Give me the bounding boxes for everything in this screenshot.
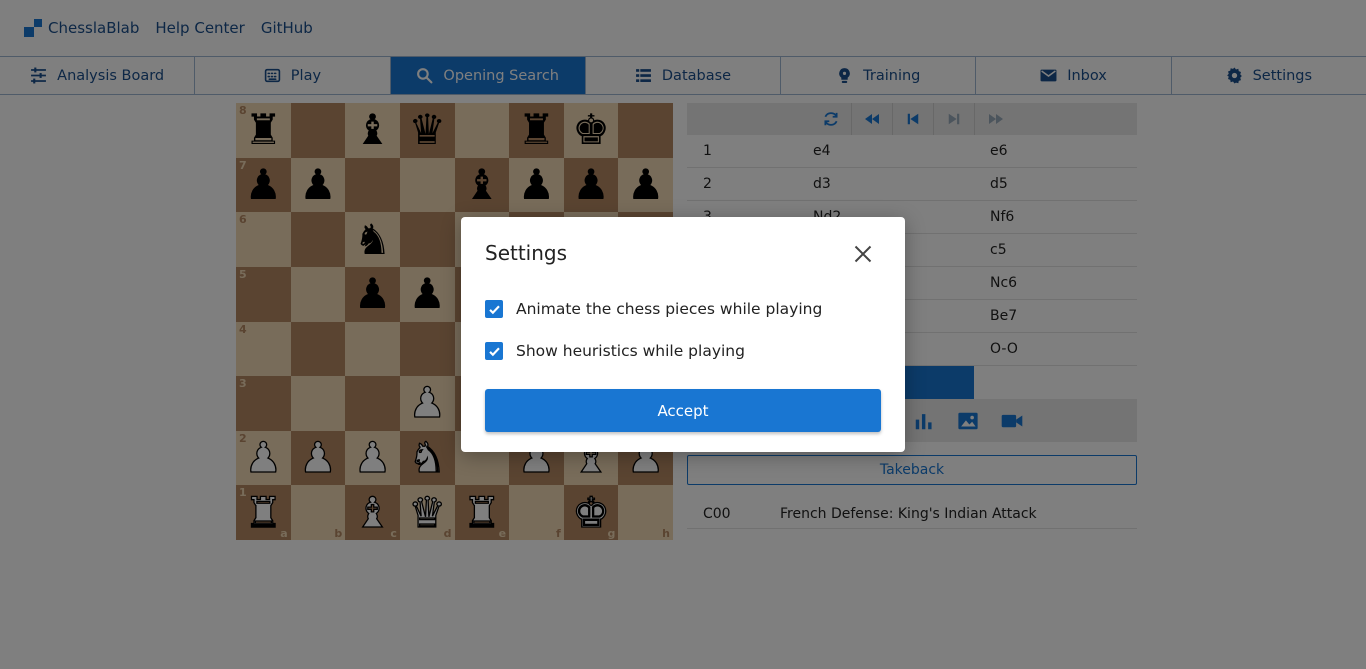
accept-button[interactable]: Accept — [485, 389, 881, 432]
show-heuristics-option[interactable]: Show heuristics while playing — [485, 342, 745, 360]
show-heuristics-checkbox[interactable] — [485, 342, 503, 360]
show-heuristics-label: Show heuristics while playing — [516, 342, 745, 360]
checkmark-icon — [488, 305, 500, 314]
settings-dialog: Settings Animate the chess pieces while … — [461, 217, 905, 452]
animate-pieces-label: Animate the chess pieces while playing — [516, 300, 823, 318]
checkmark-icon — [488, 347, 500, 356]
dialog-title: Settings — [485, 241, 568, 265]
animate-pieces-checkbox[interactable] — [485, 300, 503, 318]
close-icon[interactable] — [853, 244, 873, 264]
animate-pieces-option[interactable]: Animate the chess pieces while playing — [485, 300, 822, 318]
